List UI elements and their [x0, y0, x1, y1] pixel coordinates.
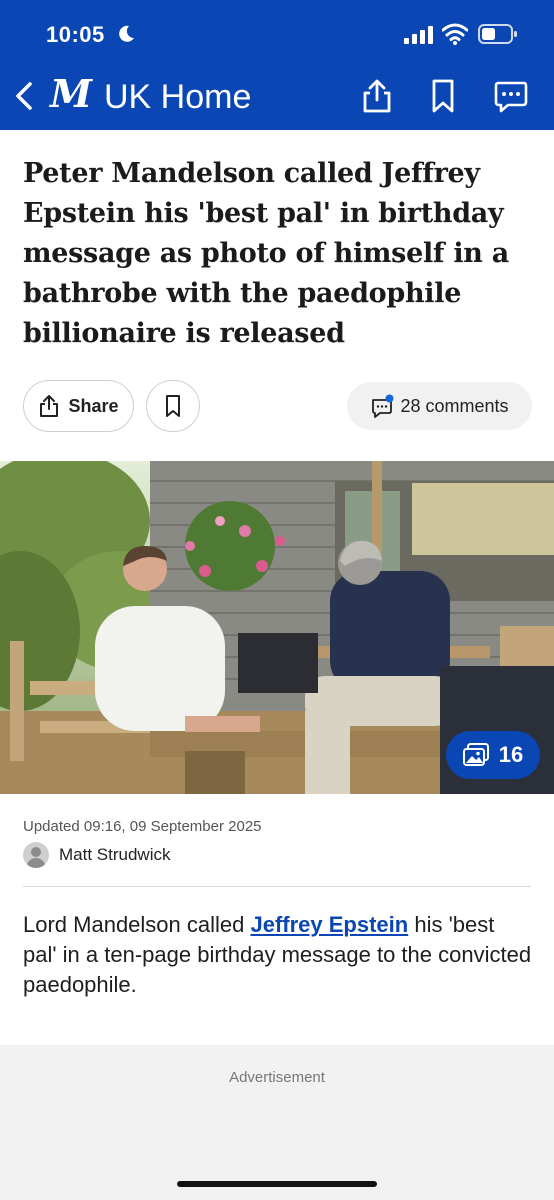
updated-timestamp: Updated 09:16, 09 September 2025 [23, 818, 262, 835]
cellular-signal-icon [404, 26, 433, 44]
advertisement-label: Advertisement [229, 1069, 325, 1086]
status-bar: 10:05 [0, 18, 554, 54]
share-icon[interactable] [360, 78, 394, 114]
author-avatar [23, 842, 49, 868]
article-content: Peter Mandelson called Jeffrey Epstein h… [0, 130, 554, 1045]
nav-bar: M UK Home [0, 72, 554, 128]
author-name[interactable]: Matt Strudwick [59, 845, 170, 865]
gallery-count: 16 [498, 742, 524, 767]
moon-icon [119, 25, 134, 42]
advertisement-area: Advertisement [0, 1045, 554, 1200]
comments-count-label: 28 comments [400, 395, 509, 416]
author-byline: Matt Strudwick [23, 842, 170, 868]
bookmark-icon[interactable] [426, 78, 460, 114]
gallery-button[interactable]: 16 [446, 731, 540, 779]
app-header: 10:05 M UK Home [0, 0, 554, 130]
article-photo[interactable]: 16 [0, 461, 554, 794]
gallery-icon [462, 743, 489, 766]
notification-dot [385, 394, 394, 403]
status-time: 10:05 [46, 22, 105, 47]
wifi-icon [442, 23, 468, 45]
body-text-start: Lord Mandelson called [23, 912, 251, 937]
share-button[interactable]: Share [23, 380, 134, 432]
nav-title: UK Home [104, 78, 252, 116]
battery-icon [478, 24, 517, 44]
save-article-button[interactable] [146, 380, 200, 432]
article-body-paragraph: Lord Mandelson called Jeffrey Epstein hi… [23, 910, 533, 1000]
svg-text:M: M [48, 78, 93, 112]
home-indicator[interactable] [177, 1181, 377, 1187]
person-icon [26, 847, 46, 868]
dailymail-logo-icon: M [48, 78, 93, 112]
comment-bubble-icon [372, 394, 394, 418]
back-chevron-icon[interactable] [10, 78, 36, 114]
jeffrey-epstein-link[interactable]: Jeffrey Epstein [250, 912, 408, 937]
share-icon [40, 395, 59, 417]
comments-button[interactable]: 28 comments [347, 382, 532, 430]
bookmark-icon [166, 395, 180, 417]
share-button-label: Share [68, 395, 119, 416]
divider [23, 886, 531, 887]
comments-icon[interactable] [494, 78, 528, 114]
article-headline: Peter Mandelson called Jeffrey Epstein h… [23, 158, 509, 349]
